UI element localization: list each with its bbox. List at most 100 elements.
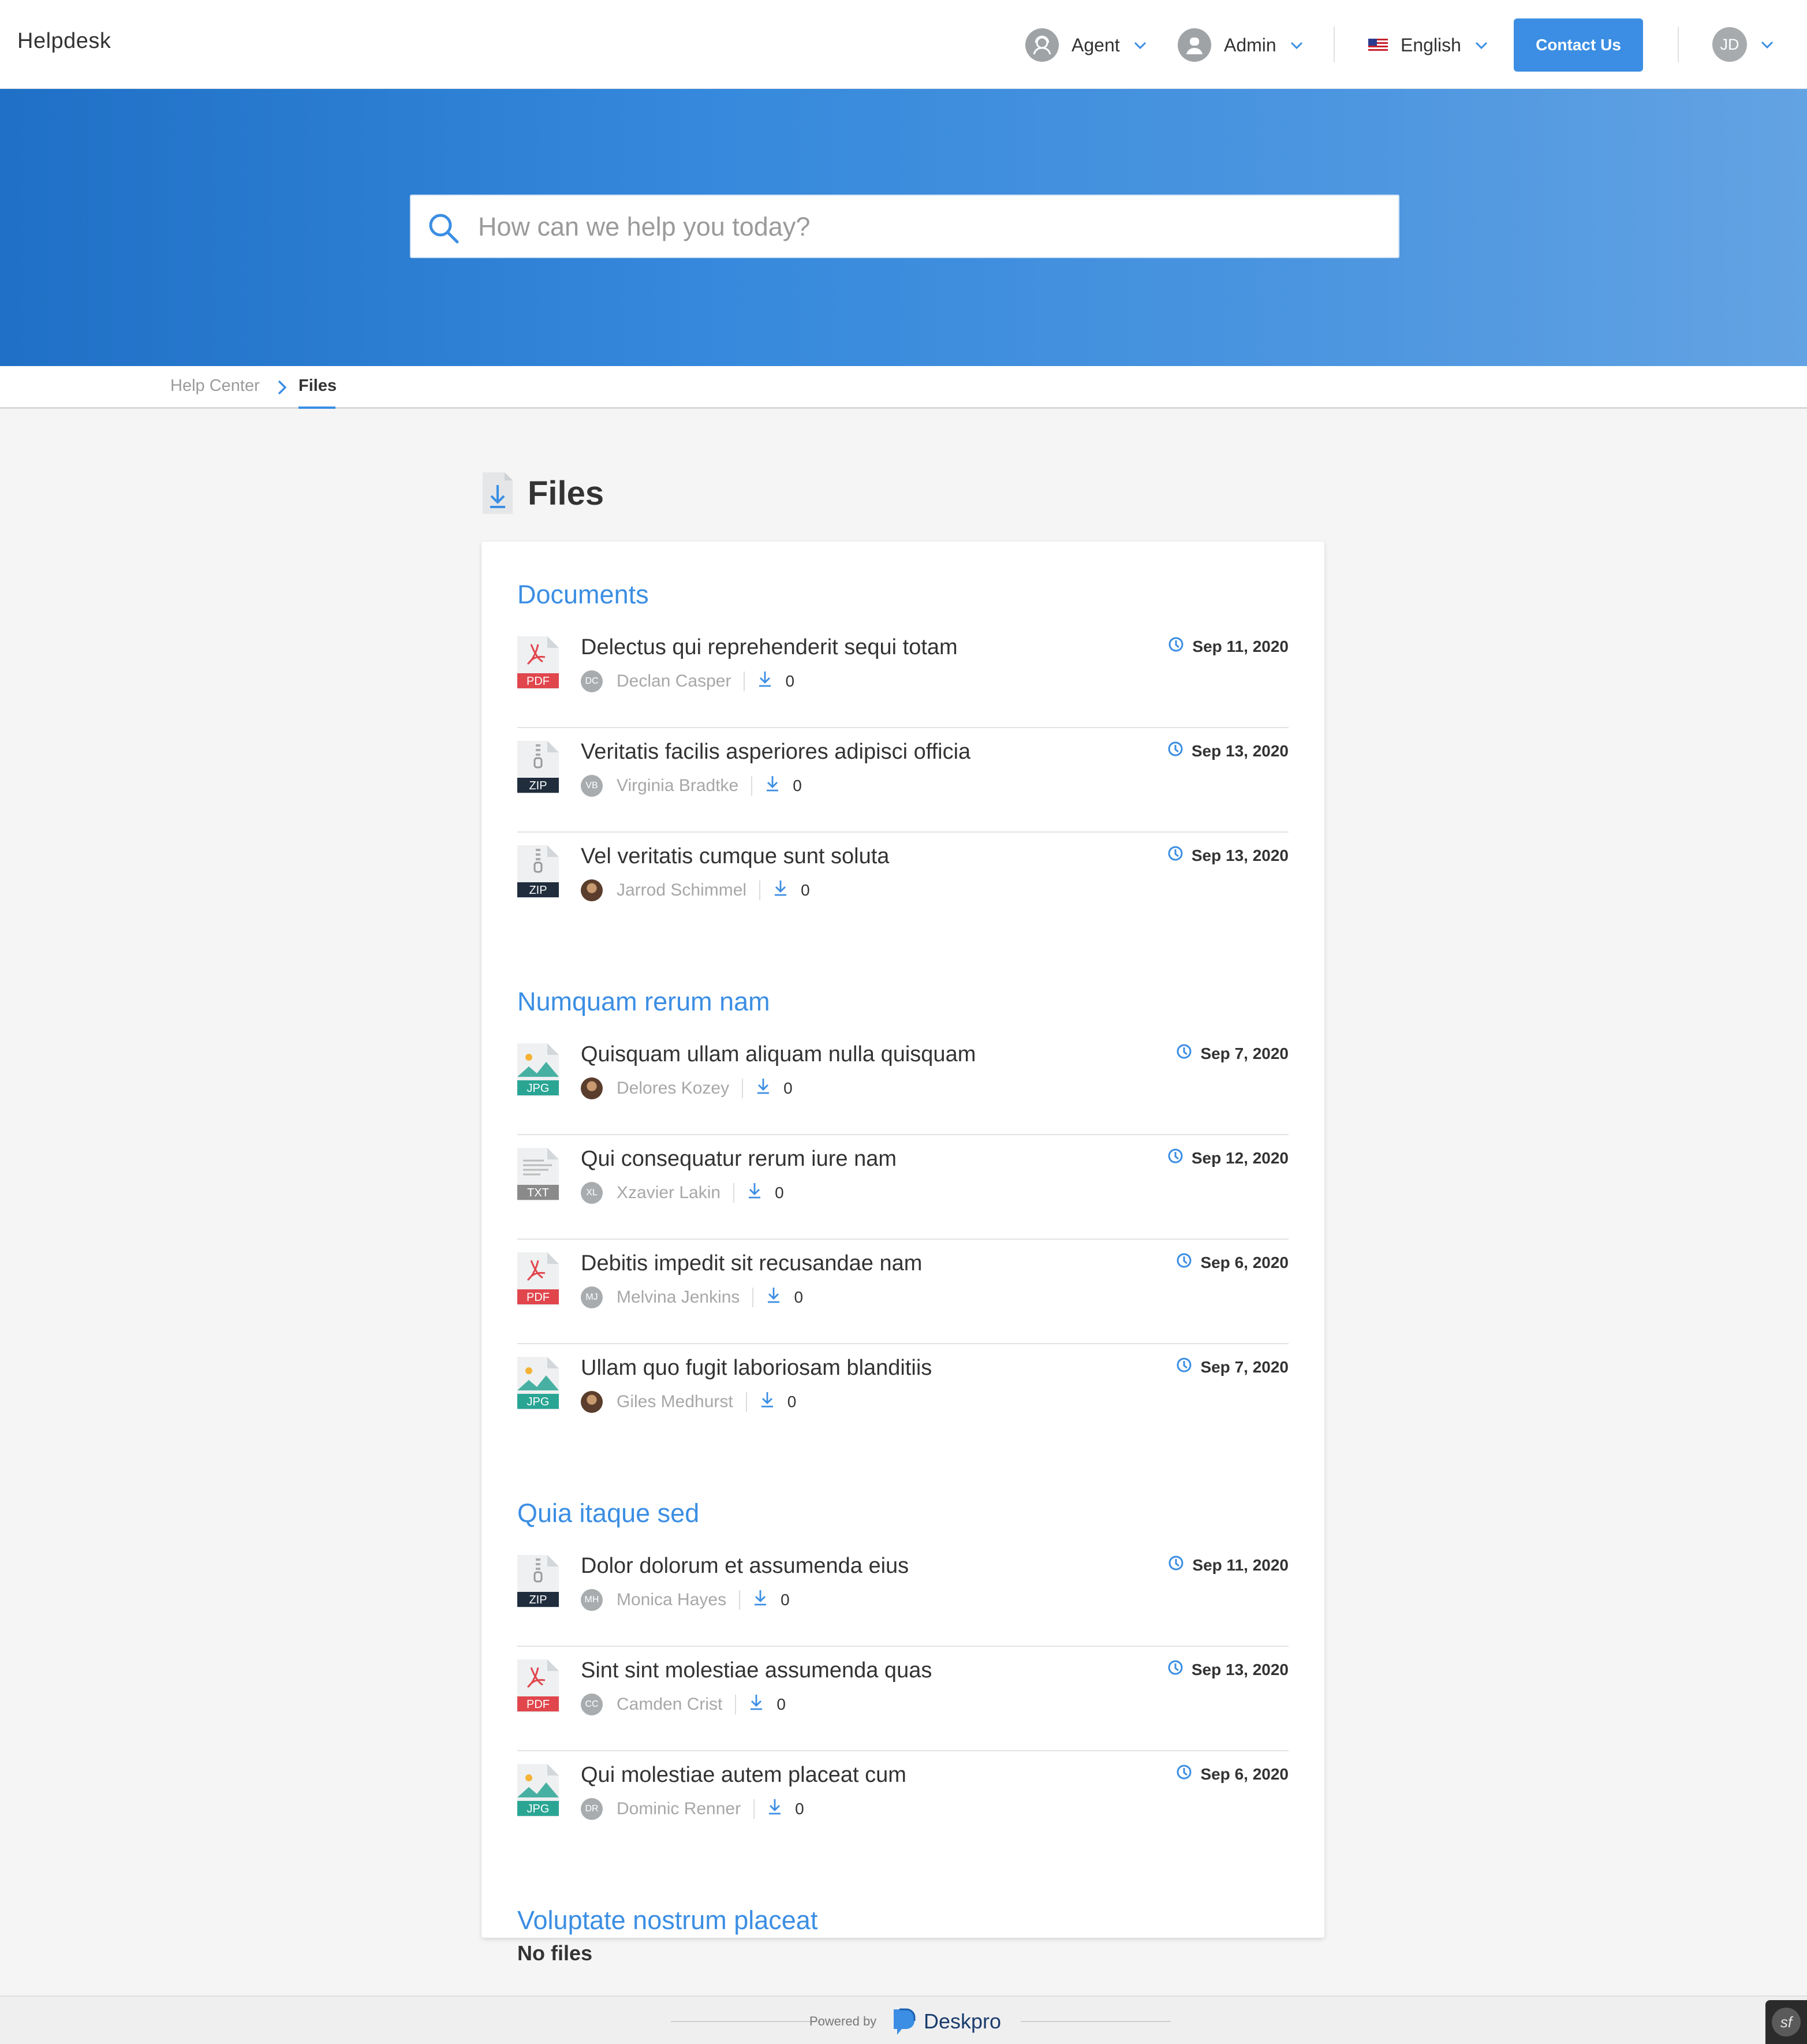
chevron-down-icon — [1475, 42, 1488, 50]
hero-banner — [0, 89, 1807, 366]
txt-file-icon: TXT — [517, 1148, 559, 1201]
breadcrumb-home-link[interactable]: Help Center — [170, 376, 260, 396]
file-row[interactable]: PDF Sint sint molestiae assumenda quas CC C… — [517, 1647, 1289, 1751]
file-date: Sep 13, 2020 — [1167, 845, 1289, 866]
clock-icon — [1176, 1043, 1192, 1064]
file-date: Sep 13, 2020 — [1167, 741, 1289, 761]
file-title-link[interactable]: Sint sint molestiae assumenda quas — [581, 1658, 932, 1683]
author-avatar — [581, 879, 603, 901]
svg-text:PDF: PDF — [527, 1698, 550, 1711]
download-count: 0 — [801, 881, 810, 899]
download-icon — [749, 1694, 764, 1715]
download-icon — [760, 1391, 775, 1413]
jpg-file-icon: JPG — [517, 1357, 559, 1410]
clock-icon — [1168, 1555, 1184, 1575]
file-row[interactable]: ZIP Veritatis facilis asperiores adipisci… — [517, 728, 1289, 833]
file-title-link[interactable]: Veritatis facilis asperiores adipisci of… — [581, 740, 970, 764]
chevron-right-icon — [278, 380, 287, 395]
file-date: Sep 11, 2020 — [1168, 636, 1289, 657]
file-title-link[interactable]: Qui molestiae autem placeat cum — [581, 1763, 906, 1788]
author-name: Monica Hayes — [617, 1590, 727, 1609]
brand-title[interactable]: Helpdesk — [17, 29, 111, 54]
file-row[interactable]: ZIP Dolor dolorum et assumenda eius MH Moni… — [517, 1542, 1289, 1647]
download-icon — [747, 1182, 762, 1204]
file-title-link[interactable]: Dolor dolorum et assumenda eius — [581, 1554, 909, 1579]
file-meta: CC Camden Crist 0 — [581, 1693, 786, 1716]
user-avatar: JD — [1712, 27, 1747, 62]
clock-icon — [1176, 1252, 1192, 1273]
pdf-file-icon: PDF — [517, 1252, 559, 1306]
page-header: Files — [481, 470, 604, 516]
svg-text:ZIP: ZIP — [529, 779, 547, 792]
download-icon — [766, 1286, 781, 1308]
file-row[interactable]: PDF Delectus qui reprehenderit sequi tota… — [517, 624, 1289, 728]
author-name: Delores Kozey — [617, 1079, 730, 1098]
header-divider — [1678, 27, 1679, 62]
file-row[interactable]: JPG Qui molestiae autem placeat cum DR Domi… — [517, 1751, 1289, 1856]
top-header: Helpdesk Agent Admin English Contact Us … — [0, 0, 1807, 89]
clock-icon — [1176, 1764, 1192, 1784]
file-title-link[interactable]: Quisquam ullam aliquam nulla quisquam — [581, 1042, 976, 1067]
author-avatar: XL — [581, 1182, 603, 1204]
us-flag-icon — [1368, 39, 1388, 51]
download-count: 0 — [775, 1184, 784, 1202]
footer: Powered by Deskpro sf — [0, 1995, 1807, 2044]
meta-divider — [739, 1590, 741, 1610]
breadcrumb-current[interactable]: Files — [298, 376, 337, 396]
svg-text:JPG: JPG — [527, 1803, 550, 1815]
download-count: 0 — [781, 1591, 790, 1609]
download-icon — [756, 1077, 771, 1099]
symfony-icon: sf — [1772, 2008, 1801, 2036]
meta-divider — [733, 1183, 735, 1203]
author-name: Virginia Bradtke — [617, 776, 739, 795]
download-count: 0 — [776, 1695, 786, 1713]
footer-divider — [671, 2021, 821, 2022]
powered-by-label: Powered by — [809, 2014, 877, 2028]
file-row[interactable]: TXT Qui consequatur rerum iure nam XL Xzavi… — [517, 1135, 1289, 1240]
date-text: Sep 11, 2020 — [1192, 1556, 1289, 1574]
admin-menu[interactable]: Admin — [1178, 28, 1304, 62]
section-title[interactable]: Voluptate nostrum placeat — [517, 1905, 817, 1935]
user-menu[interactable]: JD — [1712, 27, 1775, 62]
symfony-toolbar-button[interactable]: sf — [1765, 2000, 1807, 2044]
clock-icon — [1167, 1148, 1183, 1168]
download-count: 0 — [793, 777, 802, 795]
file-title-link[interactable]: Delectus qui reprehenderit sequi totam — [581, 635, 958, 660]
file-date: Sep 11, 2020 — [1168, 1555, 1289, 1575]
search-box[interactable] — [410, 195, 1399, 258]
file-meta: Delores Kozey 0 — [581, 1077, 793, 1100]
file-date: Sep 12, 2020 — [1167, 1148, 1289, 1168]
date-text: Sep 6, 2020 — [1200, 1765, 1289, 1783]
search-input[interactable] — [478, 202, 1379, 252]
file-row[interactable]: ZIP Vel veritatis cumque sunt soluta Jarro… — [517, 833, 1289, 937]
language-label: English — [1401, 34, 1461, 55]
section-title[interactable]: Quia itaque sed — [517, 1498, 699, 1528]
file-title-link[interactable]: Debitis impedit sit recusandae nam — [581, 1251, 922, 1276]
file-row[interactable]: JPG Ullam quo fugit laboriosam blanditiis… — [517, 1344, 1289, 1449]
file-date: Sep 6, 2020 — [1176, 1252, 1289, 1273]
language-selector[interactable]: English — [1368, 28, 1489, 62]
zip-file-icon: ZIP — [517, 845, 559, 898]
file-date: Sep 7, 2020 — [1176, 1357, 1289, 1377]
svg-text:ZIP: ZIP — [529, 1594, 547, 1606]
author-avatar — [581, 1391, 603, 1413]
file-title-link[interactable]: Qui consequatur rerum iure nam — [581, 1147, 897, 1172]
contact-us-button[interactable]: Contact Us — [1514, 18, 1643, 72]
jpg-file-icon: JPG — [517, 1764, 559, 1817]
file-download-icon — [483, 472, 513, 514]
meta-divider — [759, 881, 761, 900]
section-title[interactable]: Numquam rerum nam — [517, 987, 770, 1017]
file-title-link[interactable]: Vel veritatis cumque sunt soluta — [581, 844, 889, 869]
author-name: Xzavier Lakin — [617, 1183, 721, 1202]
file-date: Sep 6, 2020 — [1176, 1764, 1289, 1784]
meta-divider — [744, 672, 745, 691]
file-row[interactable]: PDF Debitis impedit sit recusandae nam MJ M… — [517, 1240, 1289, 1344]
file-title-link[interactable]: Ullam quo fugit laboriosam blanditiis — [581, 1356, 932, 1381]
agent-menu[interactable]: Agent — [1025, 28, 1148, 62]
deskpro-brand[interactable]: Deskpro — [924, 2009, 1001, 2034]
section-title[interactable]: Documents — [517, 580, 649, 610]
pdf-file-icon: PDF — [517, 636, 559, 689]
file-row[interactable]: JPG Quisquam ullam aliquam nulla quisquam… — [517, 1031, 1289, 1135]
deskpro-logo-icon[interactable] — [891, 2007, 918, 2037]
author-avatar: CC — [581, 1694, 603, 1715]
